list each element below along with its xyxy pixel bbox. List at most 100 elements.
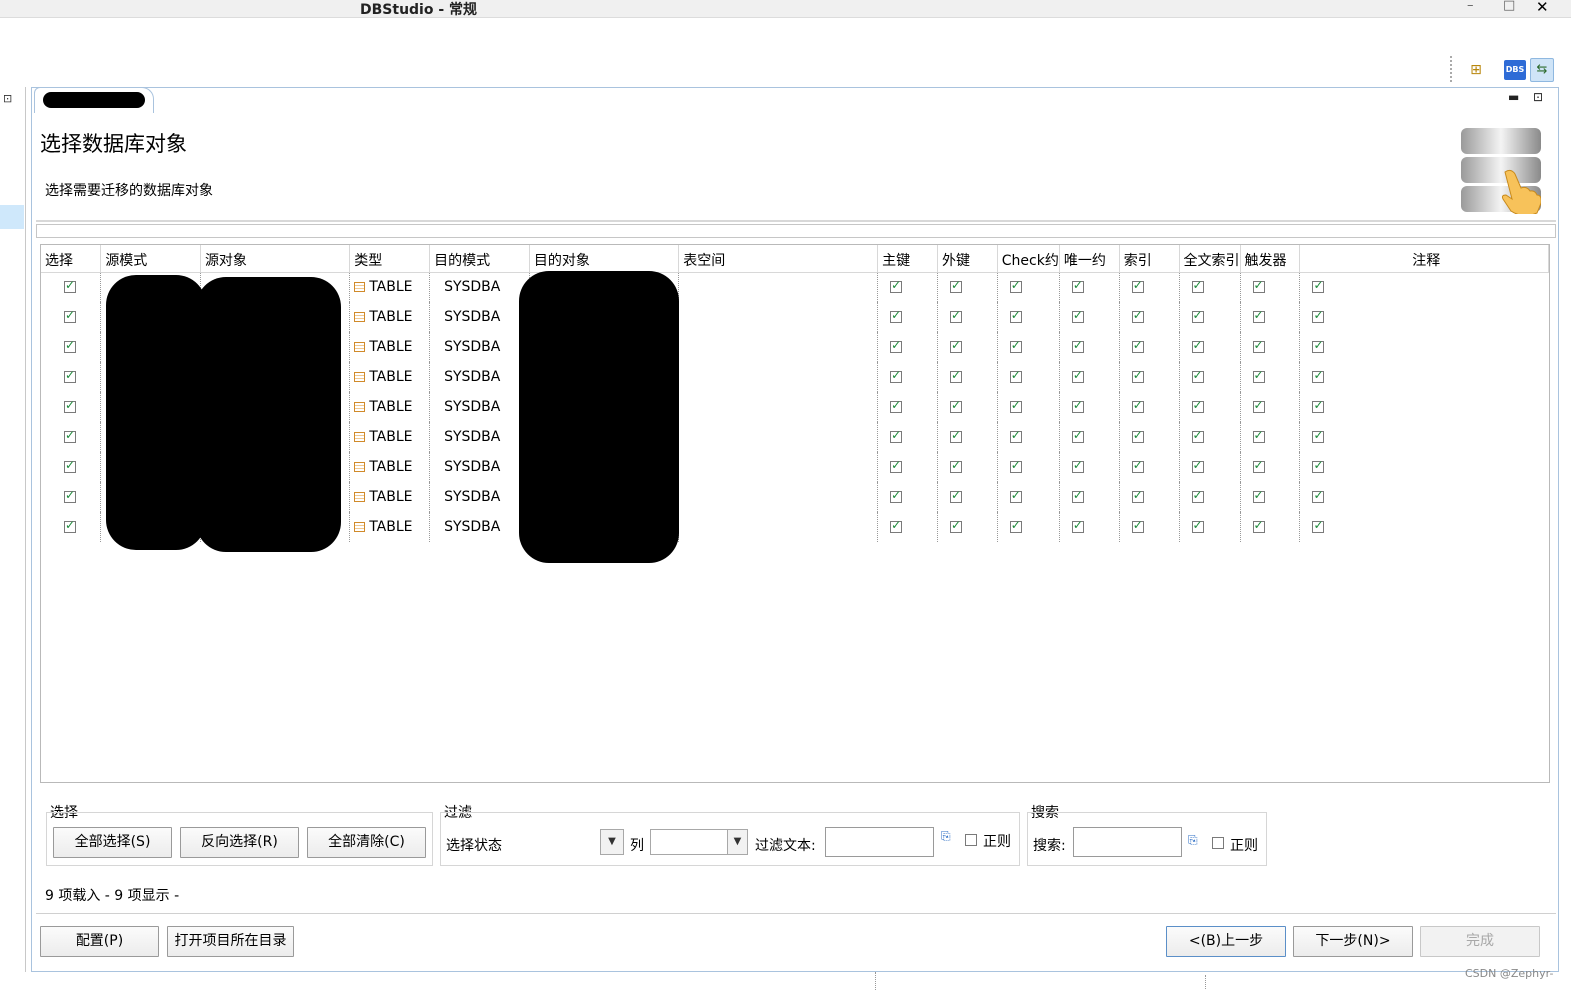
- open-perspective-icon[interactable]: ⊞: [1465, 60, 1487, 80]
- index-cell[interactable]: [1119, 482, 1180, 512]
- tablespace-cell[interactable]: [678, 272, 879, 302]
- unique-cell[interactable]: [1059, 332, 1120, 362]
- check-cell[interactable]: [997, 332, 1060, 362]
- checkbox-checked[interactable]: [1252, 488, 1265, 503]
- comment-cell[interactable]: [1300, 362, 1549, 392]
- checkbox-checked[interactable]: [1131, 518, 1144, 533]
- checkbox-checked[interactable]: [890, 488, 903, 503]
- check-cell[interactable]: [997, 452, 1060, 482]
- col-header-check[interactable]: Check约: [997, 245, 1060, 273]
- checkbox-checked[interactable]: [64, 488, 76, 503]
- foreign-key-cell[interactable]: [937, 362, 998, 392]
- select-cell[interactable]: [41, 422, 102, 452]
- index-cell[interactable]: [1119, 512, 1180, 542]
- checkbox-checked[interactable]: [1131, 368, 1144, 383]
- select-cell[interactable]: [41, 512, 102, 542]
- index-cell[interactable]: [1119, 272, 1180, 302]
- check-cell[interactable]: [997, 272, 1060, 302]
- comment-cell[interactable]: [1300, 512, 1549, 542]
- checkbox-checked[interactable]: [1071, 338, 1084, 353]
- checkbox-checked[interactable]: [1252, 278, 1265, 294]
- select-cell[interactable]: [41, 482, 102, 512]
- clear-all-button[interactable]: 全部清除(C): [307, 827, 426, 858]
- checkbox-checked[interactable]: [1252, 458, 1265, 473]
- checkbox-checked[interactable]: [949, 458, 962, 473]
- checkbox-checked[interactable]: [949, 368, 962, 383]
- editor-tab[interactable]: [34, 87, 154, 113]
- checkbox-checked[interactable]: [1191, 398, 1204, 413]
- minimize-icon[interactable]: –: [1467, 0, 1474, 13]
- foreign-key-cell[interactable]: [937, 392, 998, 422]
- config-button[interactable]: 配置(P): [40, 926, 159, 957]
- fulltext-index-cell[interactable]: [1179, 272, 1241, 302]
- checkbox-checked[interactable]: [890, 278, 903, 294]
- col-header-type[interactable]: 类型: [349, 245, 431, 273]
- primary-key-cell[interactable]: [877, 332, 938, 362]
- comment-cell[interactable]: [1300, 332, 1549, 362]
- search-regex-checkbox[interactable]: [1212, 837, 1224, 849]
- checkbox-checked[interactable]: [64, 518, 76, 533]
- checkbox-checked[interactable]: [949, 428, 962, 443]
- filter-column-dropdown[interactable]: ▼: [650, 829, 748, 855]
- checkbox-checked[interactable]: [1071, 368, 1084, 383]
- primary-key-cell[interactable]: [877, 302, 938, 332]
- checkbox-checked[interactable]: [949, 398, 962, 413]
- checkbox-checked[interactable]: [1131, 338, 1144, 353]
- trigger-cell[interactable]: [1240, 302, 1301, 332]
- primary-key-cell[interactable]: [877, 482, 938, 512]
- index-cell[interactable]: [1119, 452, 1180, 482]
- checkbox-checked[interactable]: [1071, 428, 1084, 443]
- checkbox-checked[interactable]: [949, 278, 962, 294]
- fulltext-index-cell[interactable]: [1179, 362, 1241, 392]
- select-cell[interactable]: [41, 332, 102, 362]
- col-header-dest-schema[interactable]: 目的模式: [429, 245, 530, 273]
- col-header-source-schema[interactable]: 源模式: [100, 245, 201, 273]
- select-all-button[interactable]: 全部选择(S): [53, 827, 172, 858]
- filter-text-input[interactable]: [825, 827, 934, 857]
- fulltext-index-cell[interactable]: [1179, 422, 1241, 452]
- checkbox-checked[interactable]: [890, 308, 903, 323]
- index-cell[interactable]: [1119, 362, 1180, 392]
- foreign-key-cell[interactable]: [937, 332, 998, 362]
- comment-cell[interactable]: [1300, 452, 1549, 482]
- checkbox-checked[interactable]: [1191, 338, 1204, 353]
- checkbox-checked[interactable]: [1191, 518, 1204, 533]
- checkbox-checked[interactable]: [1312, 518, 1325, 533]
- checkbox-checked[interactable]: [1191, 368, 1204, 383]
- checkbox-checked[interactable]: [890, 368, 903, 383]
- fulltext-index-cell[interactable]: [1179, 302, 1241, 332]
- checkbox-checked[interactable]: [949, 308, 962, 323]
- col-header-comment[interactable]: 注释: [1299, 245, 1549, 273]
- foreign-key-cell[interactable]: [937, 422, 998, 452]
- select-cell[interactable]: [41, 362, 102, 392]
- open-project-dir-button[interactable]: 打开项目所在目录: [167, 926, 294, 957]
- primary-key-cell[interactable]: [877, 362, 938, 392]
- checkbox-checked[interactable]: [1071, 458, 1084, 473]
- check-cell[interactable]: [997, 512, 1060, 542]
- checkbox-checked[interactable]: [64, 428, 76, 443]
- trigger-cell[interactable]: [1240, 272, 1301, 302]
- tablespace-cell[interactable]: [678, 302, 879, 332]
- checkbox-checked[interactable]: [1252, 308, 1265, 323]
- check-cell[interactable]: [997, 482, 1060, 512]
- checkbox-checked[interactable]: [1252, 338, 1265, 353]
- primary-key-cell[interactable]: [877, 392, 938, 422]
- maximize-icon[interactable]: □: [1503, 0, 1515, 13]
- checkbox-checked[interactable]: [1131, 398, 1144, 413]
- fulltext-index-cell[interactable]: [1179, 452, 1241, 482]
- clear-search-icon[interactable]: ⎘: [1188, 833, 1204, 849]
- checkbox-checked[interactable]: [1009, 518, 1022, 533]
- fulltext-index-cell[interactable]: [1179, 392, 1241, 422]
- checkbox-checked[interactable]: [1009, 458, 1022, 473]
- check-cell[interactable]: [997, 392, 1060, 422]
- checkbox-checked[interactable]: [64, 308, 76, 323]
- checkbox-checked[interactable]: [1071, 518, 1084, 533]
- checkbox-checked[interactable]: [1071, 398, 1084, 413]
- checkbox-checked[interactable]: [1009, 368, 1022, 383]
- dbs-icon[interactable]: DBS: [1504, 60, 1526, 80]
- checkbox-checked[interactable]: [1071, 488, 1084, 503]
- checkbox-checked[interactable]: [1009, 488, 1022, 503]
- checkbox-checked[interactable]: [1312, 428, 1325, 443]
- index-cell[interactable]: [1119, 302, 1180, 332]
- checkbox-checked[interactable]: [890, 458, 903, 473]
